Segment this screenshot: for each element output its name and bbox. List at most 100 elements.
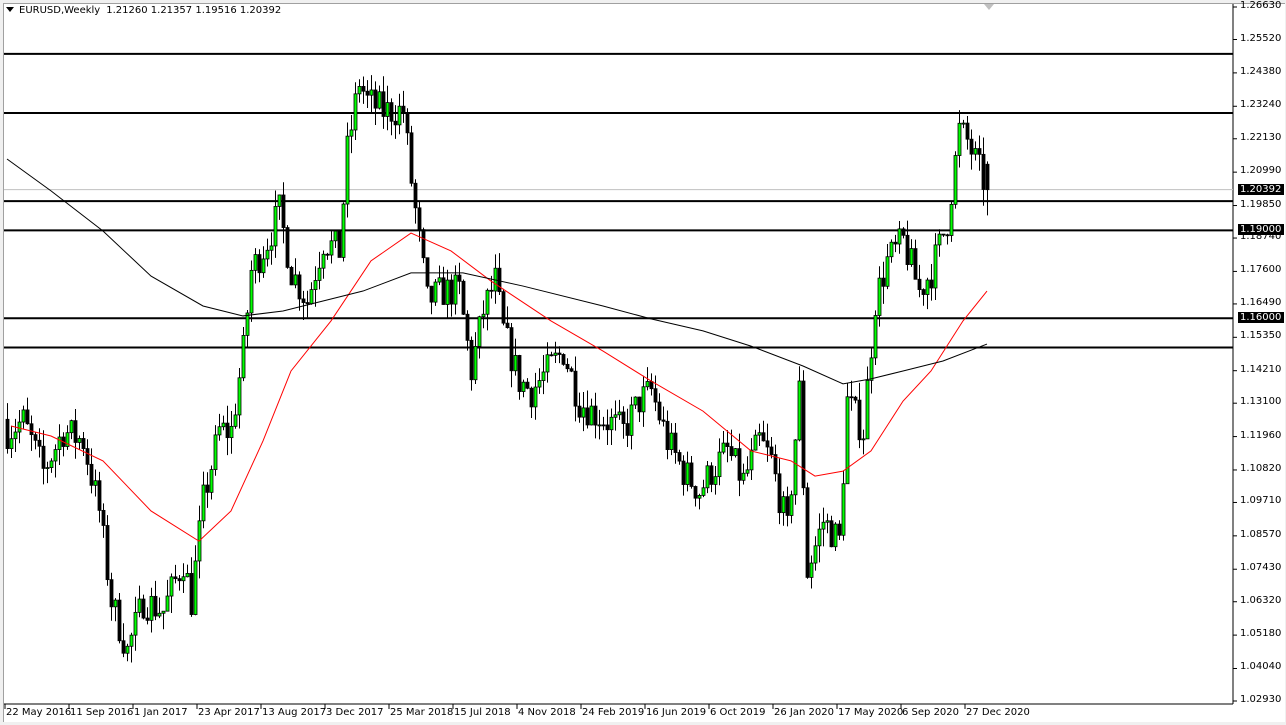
candle-bull xyxy=(758,433,761,435)
candle-bear xyxy=(502,292,505,324)
candle-bull xyxy=(234,415,237,426)
candle-bear xyxy=(806,488,809,578)
candle-bear xyxy=(118,600,121,641)
candle-bull xyxy=(398,106,401,125)
candle-bear xyxy=(830,521,833,547)
price-level-tag: 1.16000 xyxy=(1238,312,1284,323)
candle-bull xyxy=(238,378,241,415)
chart-area[interactable] xyxy=(3,3,1285,724)
candle-bull xyxy=(878,278,881,315)
candle-bear xyxy=(530,388,533,407)
candle-bull xyxy=(210,470,213,493)
symbol-timeframe: EURUSD,Weekly xyxy=(19,5,100,16)
candle-bull xyxy=(266,250,269,259)
candle-bear xyxy=(638,397,641,412)
candle-bear xyxy=(106,525,109,579)
candle-bull xyxy=(546,355,549,372)
time-tick-label: 1 Jan 2017 xyxy=(134,707,188,718)
time-tick-label: 15 Jul 2018 xyxy=(454,707,511,718)
candle-bull xyxy=(274,206,277,245)
candle-bull xyxy=(714,477,717,485)
candle-bull xyxy=(822,522,825,529)
candle-bear xyxy=(850,397,853,398)
candle-bear xyxy=(570,369,573,371)
candle-bull xyxy=(330,241,333,255)
price-chart[interactable] xyxy=(4,4,1285,724)
candle-bull xyxy=(866,380,869,438)
candle-bear xyxy=(730,447,733,456)
candle-bull xyxy=(342,204,345,257)
chart-shift-marker-icon[interactable] xyxy=(984,4,994,10)
candle-bull xyxy=(334,231,337,241)
candle-bear xyxy=(38,440,41,446)
price-tick-label: 1.07430 xyxy=(1240,562,1281,574)
candle-bear xyxy=(838,524,841,535)
dropdown-triangle-icon[interactable] xyxy=(6,7,14,12)
candle-bull xyxy=(126,646,129,653)
candle-bull xyxy=(194,561,197,615)
candle-bear xyxy=(82,438,85,448)
candle-bear xyxy=(970,139,973,154)
time-tick-label: 26 Jan 2020 xyxy=(774,707,834,718)
candle-bull xyxy=(754,435,757,450)
candle-bull xyxy=(846,397,849,484)
time-tick-label: 17 May 2020 xyxy=(838,707,903,718)
candle-bull xyxy=(538,381,541,387)
candle-bull xyxy=(698,495,701,498)
time-tick-label: 3 Dec 2017 xyxy=(326,707,384,718)
candle-bull xyxy=(926,280,929,295)
price-tick-label: 1.24380 xyxy=(1240,66,1281,78)
candle-bear xyxy=(98,481,101,511)
candle-bear xyxy=(506,323,509,327)
candle-bear xyxy=(402,106,405,113)
candle-bull xyxy=(166,596,169,611)
candle-bear xyxy=(854,397,857,400)
candle-bull xyxy=(542,372,545,381)
candle-bear xyxy=(146,618,149,620)
candle-bull xyxy=(706,466,709,488)
candle-bull xyxy=(910,249,913,265)
candle-bear xyxy=(662,420,665,421)
candle-bear xyxy=(298,275,301,299)
candle-bull xyxy=(230,426,233,437)
candle-bull xyxy=(794,440,797,495)
price-tick-label: 1.09710 xyxy=(1240,495,1281,507)
candle-bull xyxy=(950,204,953,235)
candle-bear xyxy=(914,249,917,280)
candle-bear xyxy=(626,424,629,436)
candle-bull xyxy=(610,417,613,429)
candle-bull xyxy=(482,314,485,316)
candle-bull xyxy=(250,270,253,313)
candle-bear xyxy=(74,421,77,443)
candle-bear xyxy=(410,133,413,183)
candle-bear xyxy=(326,254,329,255)
price-level-tag: 1.19000 xyxy=(1238,224,1284,235)
candle-bull xyxy=(446,280,449,304)
candle-bull xyxy=(590,406,593,425)
candle-bull xyxy=(46,468,49,469)
candle-bull xyxy=(214,435,217,470)
candle-bull xyxy=(242,335,245,377)
candle-bear xyxy=(902,229,905,235)
candle-bull xyxy=(862,439,865,440)
candle-bull xyxy=(734,449,737,456)
candle-bull xyxy=(474,346,477,379)
candle-bear xyxy=(654,389,657,402)
low-value: 1.19516 xyxy=(195,5,236,16)
candle-bull xyxy=(646,381,649,386)
candle-bear xyxy=(450,280,453,304)
candle-bull xyxy=(826,521,829,522)
candle-bull xyxy=(434,282,437,302)
candle-bull xyxy=(890,242,893,256)
candle-bear xyxy=(490,290,493,291)
candle-bull xyxy=(454,275,457,304)
candle-bear xyxy=(34,435,37,441)
candle-bull xyxy=(262,259,265,273)
candle-bear xyxy=(178,579,181,581)
candle-bear xyxy=(738,449,741,481)
candle-bear xyxy=(90,464,93,485)
candle-bear xyxy=(362,86,365,91)
candle-bull xyxy=(790,495,793,516)
price-tick-label: 1.13100 xyxy=(1240,396,1281,408)
candle-bear xyxy=(422,230,425,258)
